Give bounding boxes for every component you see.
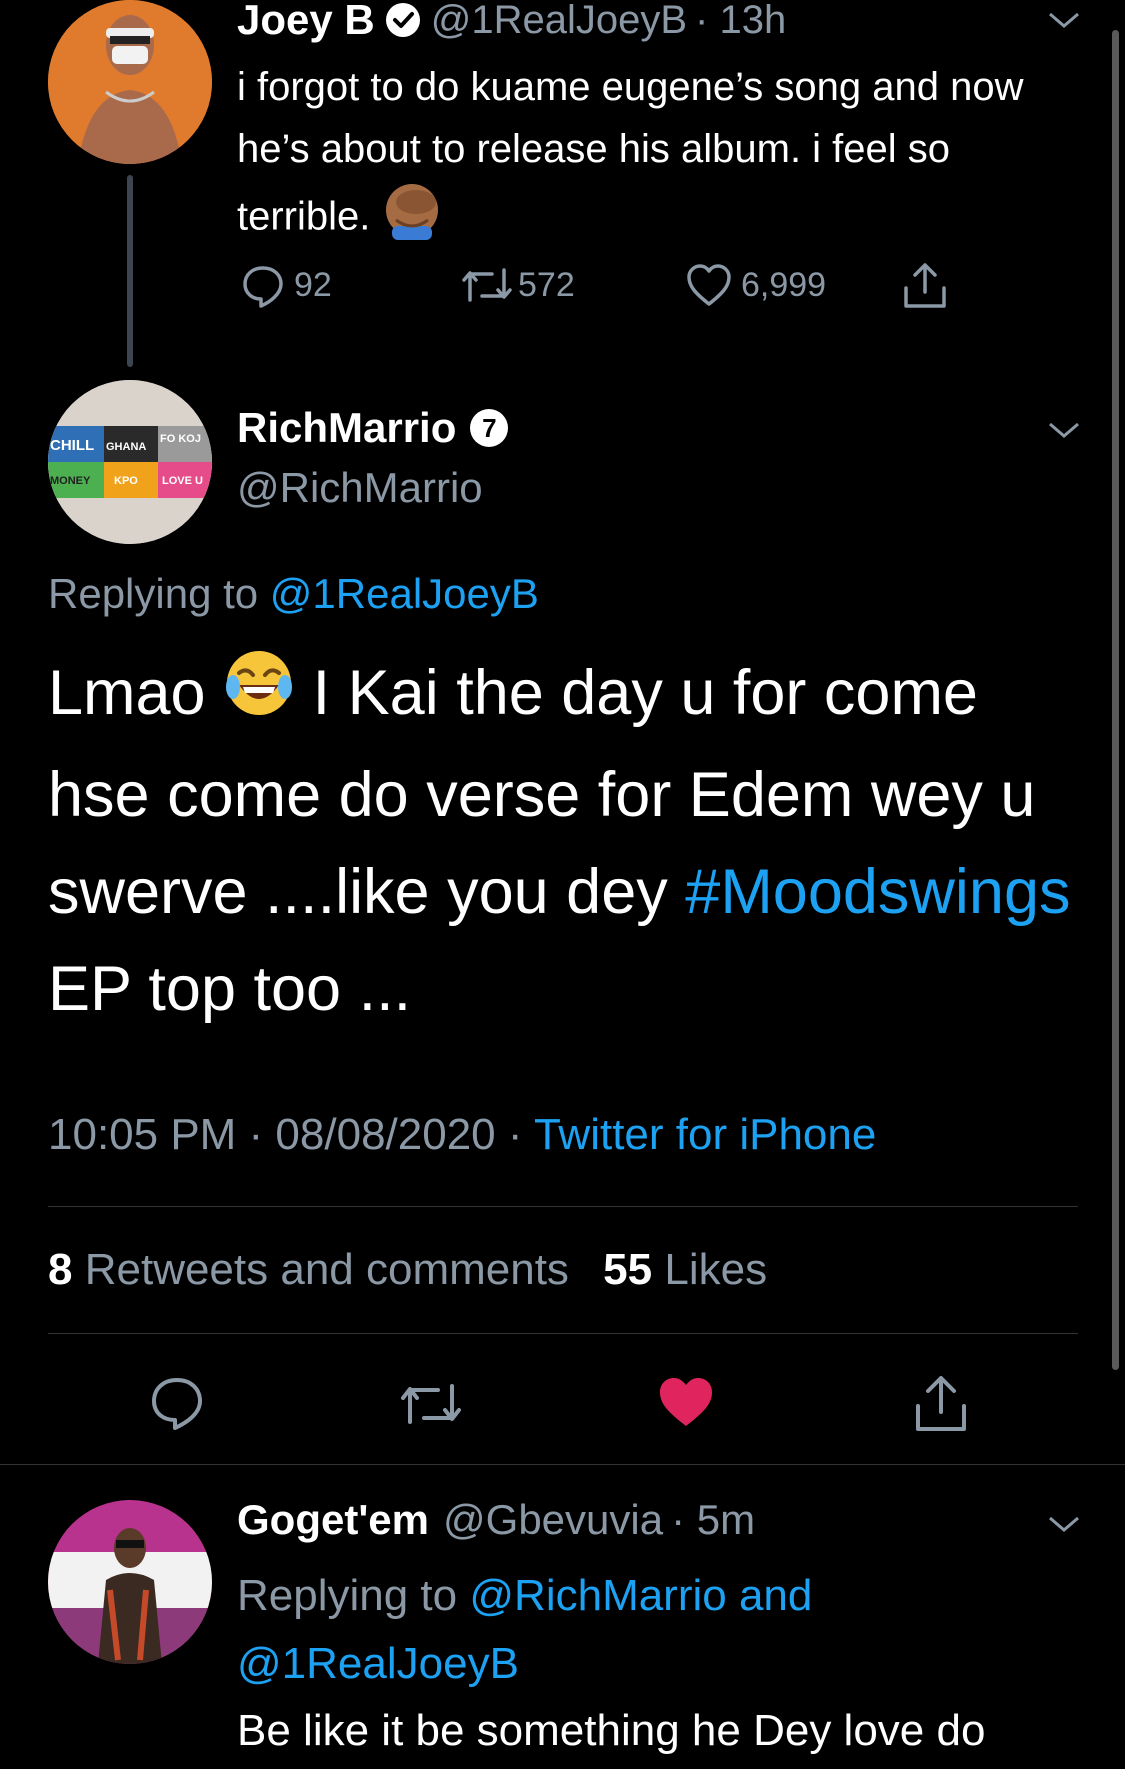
tears-of-joy-emoji-icon — [223, 647, 295, 747]
avatar-tile-5: KPO — [114, 475, 138, 487]
retweets-comments-stat[interactable]: 8 Retweets and comments — [48, 1245, 581, 1294]
replying-to-handle[interactable]: @1RealJoeyB — [270, 570, 539, 617]
badge-icon: 7 — [470, 409, 509, 447]
facepalm-emoji-icon — [382, 180, 442, 258]
replying-to-label: Replying to — [237, 1571, 458, 1620]
replying-to-handles[interactable]: @RichMarrio and — [469, 1571, 812, 1620]
tweet-timestamp: 10:05 PM · 08/08/2020 · — [48, 1110, 523, 1159]
author-handle[interactable]: @RichMarrio — [237, 464, 483, 512]
likes-count: 55 — [603, 1245, 653, 1294]
section-divider — [0, 1464, 1125, 1465]
like-icon[interactable] — [656, 1374, 716, 1430]
retweets-count: 8 — [48, 1245, 73, 1294]
avatar-tile-3: FO KOJ — [160, 433, 201, 445]
like-button[interactable]: 6,999 — [685, 262, 826, 308]
chevron-down-icon[interactable] — [1046, 418, 1082, 442]
like-count: 6,999 — [741, 265, 827, 304]
author-handle[interactable]: @1RealJoeyB — [431, 0, 687, 43]
chevron-down-icon[interactable] — [1046, 8, 1082, 32]
reply-button[interactable]: 92 — [240, 262, 332, 308]
retweet-icon[interactable] — [398, 1376, 464, 1432]
likes-stat[interactable]: 55 Likes — [603, 1245, 767, 1294]
scrollbar[interactable] — [1112, 30, 1119, 1370]
retweet-button[interactable]: 572 — [460, 262, 575, 308]
reply-icon[interactable] — [148, 1374, 206, 1432]
tweet-text: Lmao I Kai the day u for come hse come d… — [48, 645, 1088, 1038]
like-icon — [687, 264, 731, 306]
thread-line — [127, 175, 133, 367]
avatar-richmarrio[interactable]: CHILL GHANA FO KOJ MONEY KPO LOVE U — [48, 380, 212, 544]
likes-label: Likes — [664, 1245, 768, 1294]
retweets-label: Retweets and comments — [84, 1245, 569, 1294]
author-name[interactable]: Joey B — [237, 0, 375, 44]
tweet-time: · 13h — [695, 0, 787, 42]
verified-badge-icon — [385, 2, 421, 38]
client-link[interactable]: Twitter for iPhone — [534, 1110, 876, 1159]
author-handle[interactable]: @Gbevuvia — [443, 1496, 663, 1544]
avatar-gogetem[interactable] — [48, 1500, 212, 1664]
avatar-tile-6: LOVE U — [162, 475, 203, 487]
share-icon[interactable] — [910, 1374, 972, 1434]
reply-count: 92 — [294, 265, 332, 304]
avatar-tile-4: MONEY — [50, 475, 91, 487]
divider — [48, 1333, 1078, 1334]
hashtag-link[interactable]: #Moodswings — [685, 857, 1070, 927]
tweet-text: Be like it be something he Dey love do — [237, 1706, 986, 1755]
retweet-icon — [462, 268, 512, 302]
reply-icon — [243, 266, 283, 308]
tweet-time: · 5m — [671, 1496, 756, 1543]
author-name[interactable]: Goget'em — [237, 1496, 429, 1544]
tweet-text: i forgot to do kuame eugene’s song and n… — [237, 56, 1047, 258]
share-icon — [904, 263, 946, 308]
avatar-joey-b[interactable] — [48, 0, 212, 164]
chevron-down-icon[interactable] — [1046, 1512, 1082, 1536]
share-button[interactable] — [900, 262, 950, 315]
divider — [48, 1206, 1078, 1207]
avatar-tile-1: CHILL — [50, 437, 94, 454]
author-name[interactable]: RichMarrio — [237, 404, 456, 452]
replying-to-label: Replying to — [48, 570, 259, 617]
retweet-count: 572 — [518, 265, 575, 304]
avatar-tile-2: GHANA — [106, 441, 146, 453]
replying-to-handle-2[interactable]: @1RealJoeyB — [237, 1639, 519, 1688]
